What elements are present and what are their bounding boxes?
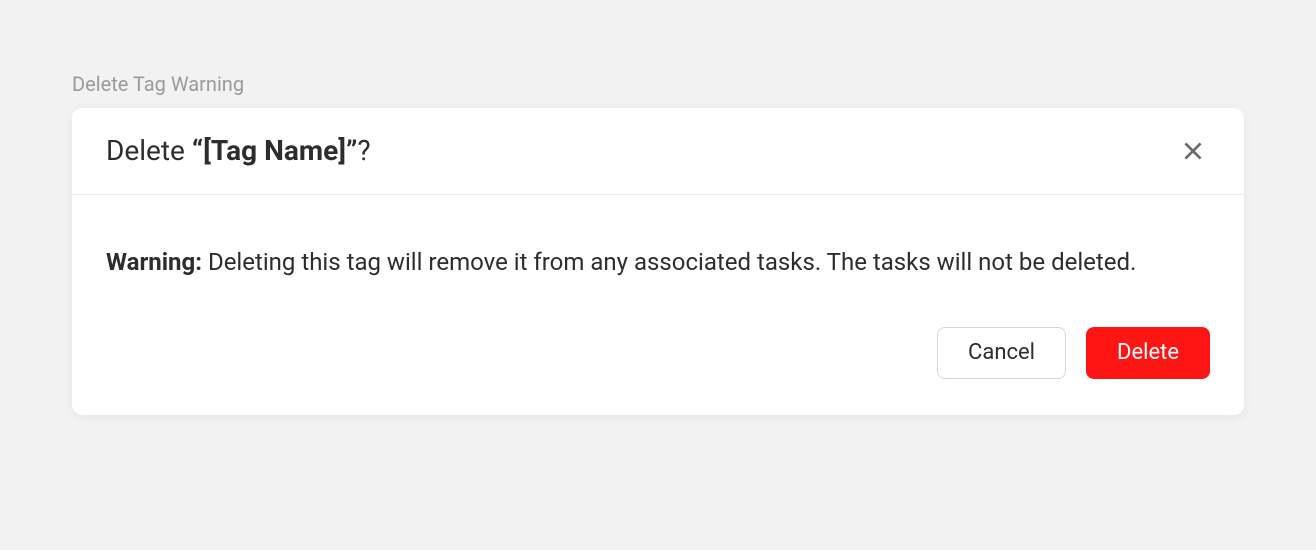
delete-tag-dialog: Delete “[Tag Name]”? Warning: Deleting t… [72, 108, 1244, 415]
close-icon [1180, 138, 1206, 164]
warning-body-text: Deleting this tag will remove it from an… [202, 248, 1136, 276]
dialog-title-prefix: Delete [106, 134, 192, 167]
dialog-title: Delete “[Tag Name]”? [106, 134, 371, 168]
warning-message: Warning: Deleting this tag will remove i… [106, 243, 1210, 283]
dialog-header: Delete “[Tag Name]”? [72, 108, 1244, 195]
close-button[interactable] [1176, 134, 1210, 168]
caption-text: Delete Tag Warning [72, 72, 1244, 96]
dialog-title-tagname: “[Tag Name]” [192, 134, 358, 167]
dialog-title-suffix: ? [357, 134, 370, 167]
delete-button[interactable]: Delete [1086, 327, 1210, 379]
cancel-button[interactable]: Cancel [937, 327, 1066, 379]
dialog-footer: Cancel Delete [72, 311, 1244, 415]
warning-label: Warning: [106, 248, 202, 276]
dialog-body: Warning: Deleting this tag will remove i… [72, 195, 1244, 311]
